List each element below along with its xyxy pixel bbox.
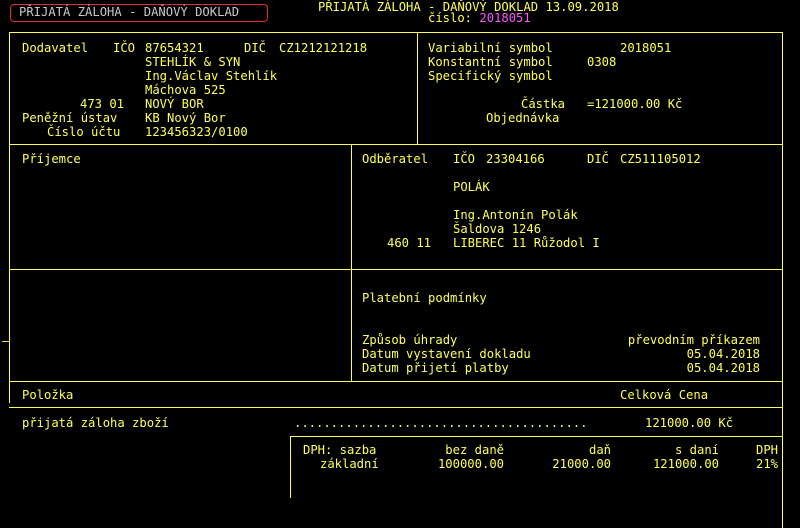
prijemce-label: Příjemce [22, 152, 81, 166]
supplier-zip: 473 01 [80, 97, 125, 111]
vat-box-left [290, 436, 291, 498]
konstantni-label: Konstantní symbol [428, 55, 553, 69]
vat-header-bez-dane: bez daně [445, 443, 504, 457]
received-date-label: Datum přijetí platby [362, 361, 509, 375]
supplier-name: STEHLÍK & SYN [145, 55, 241, 69]
received-date: 05.04.2018 [686, 361, 760, 375]
issued-date-label: Datum vystavení dokladu [362, 347, 531, 361]
supplier-label: Dodavatel [22, 41, 89, 55]
variabilni-label: Variabilní symbol [428, 41, 553, 55]
customer-dic: CZ511105012 [620, 152, 701, 166]
number-label: číslo: [428, 11, 473, 25]
supplier-street: Máchova 525 [145, 83, 226, 97]
konstantni-value: 0308 [587, 55, 617, 69]
supplier-dic: CZ1212121218 [279, 41, 368, 55]
customer-zip: 460 11 [387, 236, 432, 250]
supplier-ico: 87654321 [145, 41, 204, 55]
specificky-label: Specifický symbol [428, 69, 553, 83]
cursor-mark: — [2, 334, 10, 348]
frame-right [782, 32, 783, 528]
customer-city: LIBEREC 11 Růžodol I [453, 236, 600, 250]
supplier-account: 123456323/0100 [145, 125, 248, 139]
divider-customer-payment [9, 269, 783, 270]
customer-ico-label: IČO [453, 152, 476, 166]
payment-method-label: Způsob úhrady [362, 333, 458, 347]
customer-ico: 23304166 [486, 152, 545, 166]
vat-row-bez-dane: 100000.00 [437, 457, 504, 471]
supplier-bank-label: Peněžní ústav [22, 111, 118, 125]
customer-dic-label: DIČ [587, 152, 610, 166]
vat-header-s-dani: s daní [674, 443, 719, 457]
castka-value: =121000.00 Kč [587, 97, 683, 111]
payment-title: Platební podmínky [362, 291, 487, 305]
vat-row-s-dani: 121000.00 [652, 457, 719, 471]
document-type-label: PŘIJATÁ ZÁLOHA - DAŇOVÝ DOKLAD [10, 4, 268, 22]
vat-box-top [290, 436, 782, 437]
objednavka-label: Objednávka [486, 111, 560, 125]
castka-label: Částka [521, 97, 566, 111]
divider-payment-items [9, 381, 783, 382]
variabilni-value: 2018051 [620, 41, 672, 55]
issued-date: 05.04.2018 [686, 347, 760, 361]
supplier-dic-label: DIČ [244, 41, 267, 55]
document-number: číslo: 2018051 [428, 11, 531, 25]
item-row-dots: ........................................ [294, 416, 588, 430]
vat-header-dph: DPH [755, 443, 778, 457]
supplier-account-label: Číslo účtu [47, 125, 121, 139]
divider-supplier-symbols [417, 32, 418, 144]
item-row-total: 121000.00 Kč [645, 416, 734, 430]
supplier-bank: KB Nový Bor [145, 111, 226, 125]
vat-row-dph: 21% [755, 457, 778, 471]
items-column-item: Položka [22, 388, 74, 402]
payment-method: převodním příkazem [627, 333, 760, 347]
divider-header [9, 144, 783, 145]
frame-top [9, 32, 783, 33]
vat-header-sazba: DPH: sazba [303, 443, 377, 457]
number-value: 2018051 [479, 11, 531, 25]
supplier-person: Ing.Václav Stehlík [145, 69, 278, 83]
items-column-total: Celková Cena [620, 388, 709, 402]
customer-name: POLÁK [453, 180, 490, 194]
divider-items-header [9, 407, 783, 408]
item-row-name: přijatá záloha zboží [22, 416, 169, 430]
vat-row-dan: 21000.00 [552, 457, 611, 471]
divider-prijemce-customer [351, 144, 352, 381]
supplier-ico-label: IČO [113, 41, 136, 55]
customer-street: Šaldova 1246 [453, 222, 542, 236]
customer-person: Ing.Antonín Polák [453, 208, 578, 222]
customer-label: Odběratel [362, 152, 429, 166]
vat-header-dan: daň [588, 443, 611, 457]
supplier-city: NOVÝ BOR [145, 97, 204, 111]
vat-row-sazba: základní [320, 457, 379, 471]
